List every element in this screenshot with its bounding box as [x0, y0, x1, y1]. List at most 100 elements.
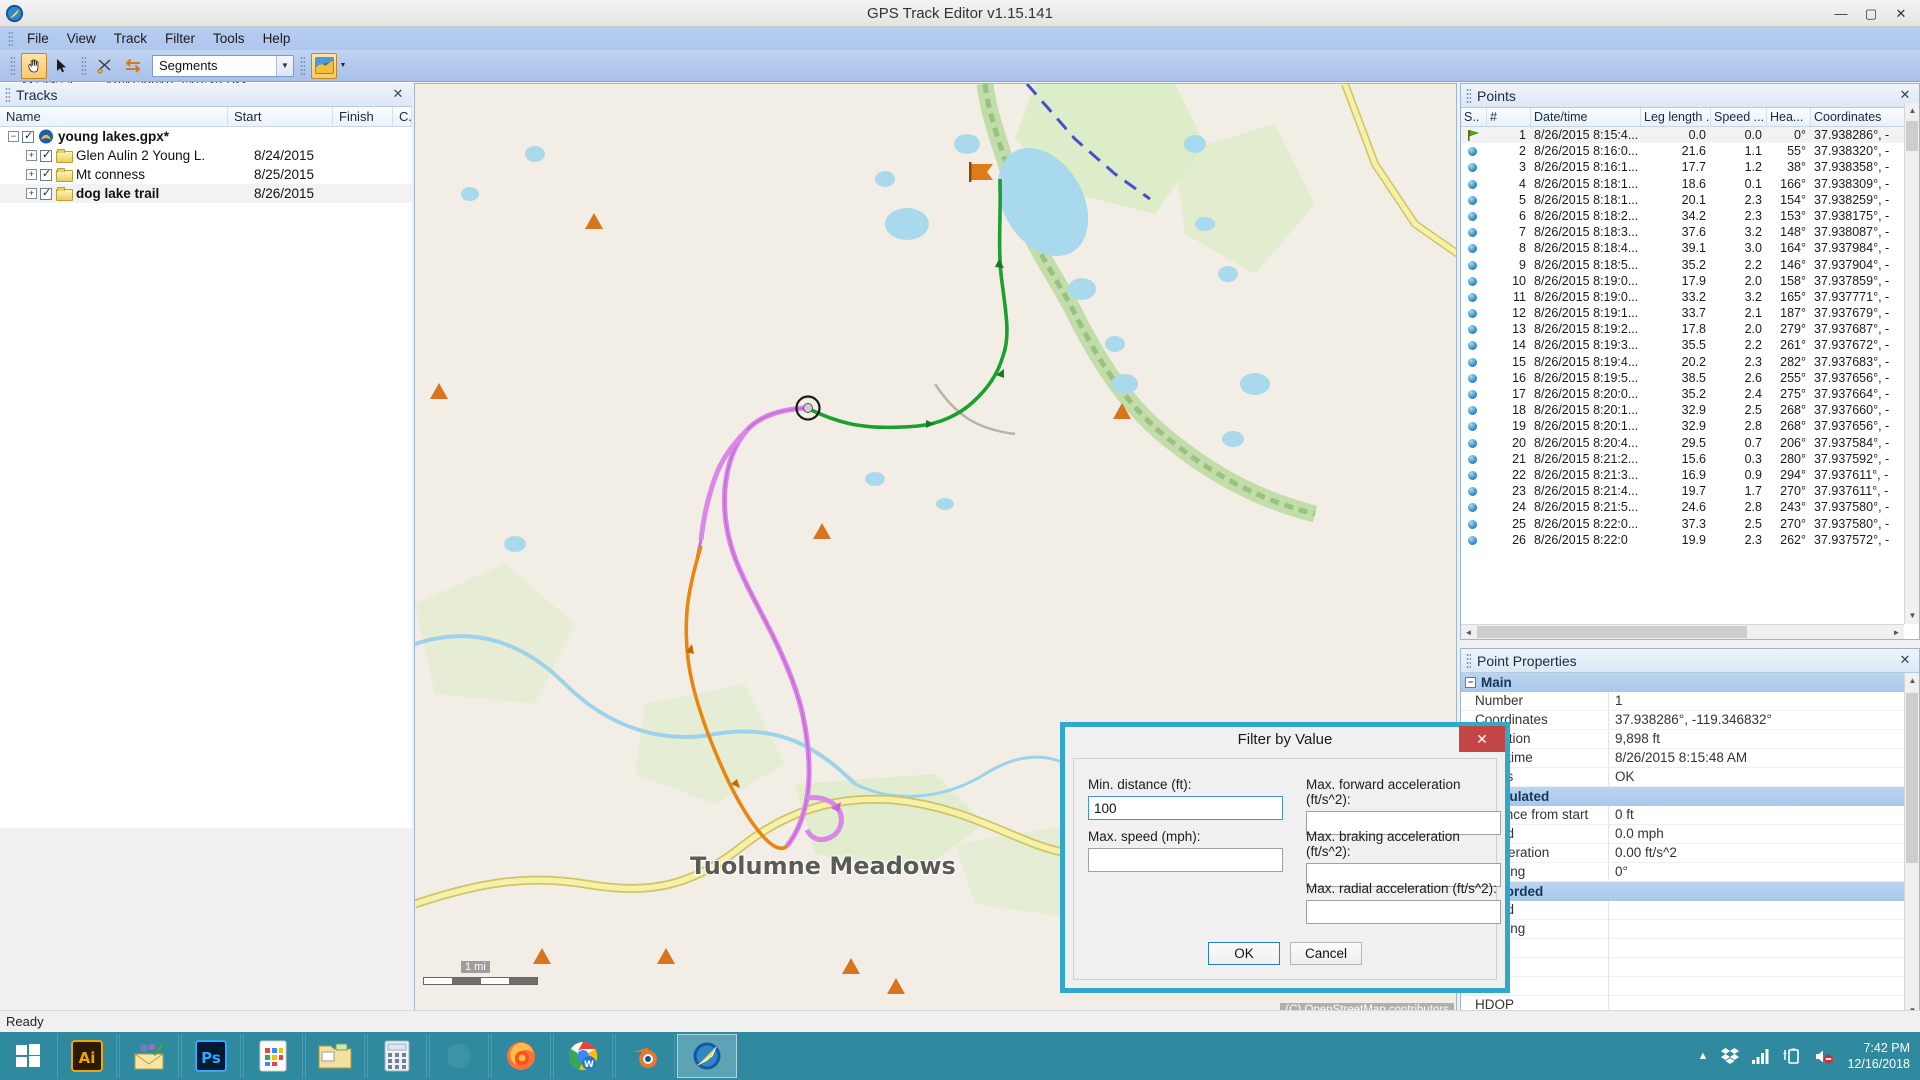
visibility-checkbox[interactable] — [40, 186, 52, 200]
column-header-leg-length[interactable]: Leg length ... — [1641, 108, 1711, 126]
points-table-row[interactable]: 18 8/26/2015 8:20:1... 32.9 2.5 268° 37.93766… — [1461, 402, 1919, 418]
points-table-row[interactable]: 10 8/26/2015 8:19:0... 17.9 2.0 158° 37.93785… — [1461, 273, 1919, 289]
show-hidden-icons-button[interactable]: ▲ — [1698, 1050, 1709, 1062]
track-tree-row-dog-lake-trail[interactable]: + dog lake trail 8/26/2015 — [0, 184, 412, 203]
map-layer-button[interactable] — [311, 52, 337, 79]
points-table-row[interactable]: 13 8/26/2015 8:19:2... 17.8 2.0 279° 37.93768… — [1461, 321, 1919, 337]
taskbar-app-mail[interactable] — [119, 1034, 179, 1078]
point-properties-scrollbar[interactable]: ▲ ▼ — [1904, 673, 1919, 1019]
delete-segment-button[interactable] — [92, 53, 118, 79]
points-table-row[interactable]: 4 8/26/2015 8:18:1... 18.6 0.1 166° 37.938309… — [1461, 176, 1919, 192]
point-property-row[interactable] — [1461, 939, 1919, 958]
start-button[interactable] — [0, 1032, 56, 1080]
point-property-row[interactable]: Number 1 — [1461, 692, 1919, 711]
point-property-row[interactable]: Heading — [1461, 920, 1919, 939]
taskbar-app-file-explorer[interactable] — [305, 1034, 365, 1078]
point-properties-grid[interactable]: − Main Number 1 Coordinates 37.938286°, -119.… — [1461, 673, 1919, 1034]
taskbar-app-firefox[interactable] — [491, 1034, 551, 1078]
panel-drag-grip[interactable] — [1466, 88, 1471, 103]
point-properties-group-calculated[interactable]: −Calculated — [1461, 787, 1919, 806]
points-table-body[interactable]: 1 8/26/2015 8:15:4... 0.0 0.0 0° 37.938286°, … — [1461, 127, 1919, 548]
taskbar-app-ghosted[interactable] — [429, 1034, 489, 1078]
taskbar-app-chrome[interactable]: W — [553, 1034, 613, 1078]
taskbar-app-illustrator[interactable]: Ai — [57, 1034, 117, 1078]
point-property-row[interactable]: Distance from start 0 ft — [1461, 806, 1919, 825]
points-table-row[interactable]: 25 8/26/2015 8:22:0... 37.3 2.5 270° 37.93758… — [1461, 516, 1919, 532]
visibility-checkbox[interactable] — [22, 129, 34, 143]
points-table-row[interactable]: 11 8/26/2015 8:19:0... 33.2 3.2 165° 37.93777… — [1461, 289, 1919, 305]
points-table-row[interactable]: 15 8/26/2015 8:19:4... 20.2 2.3 282° 37.93768… — [1461, 354, 1919, 370]
points-table-row[interactable]: 2 8/26/2015 8:16:0... 21.6 1.1 55° 37.938320°… — [1461, 143, 1919, 159]
visibility-checkbox[interactable] — [40, 167, 52, 181]
column-header-status[interactable]: S.. — [1461, 108, 1487, 126]
expander-icon[interactable]: + — [26, 169, 37, 180]
points-table-row[interactable]: 22 8/26/2015 8:21:3... 16.9 0.9 294° 37.93761… — [1461, 467, 1919, 483]
taskbar-app-calculator[interactable] — [367, 1034, 427, 1078]
points-table-row[interactable]: 12 8/26/2015 8:19:1... 33.7 2.1 187° 37.93767… — [1461, 305, 1919, 321]
track-tree-row-mt-conness[interactable]: + Mt conness 8/25/2015 — [0, 165, 412, 184]
column-header-speed[interactable]: Speed ... — [1711, 108, 1767, 126]
minimize-button[interactable]: — — [1826, 3, 1856, 25]
point-property-row[interactable] — [1461, 958, 1919, 977]
column-header-datetime[interactable]: Date/time — [1531, 108, 1641, 126]
points-table-row[interactable]: 17 8/26/2015 8:20:0... 35.2 2.4 275° 37.93766… — [1461, 386, 1919, 402]
point-property-row[interactable]: Coordinates 37.938286°, -119.346832° — [1461, 711, 1919, 730]
point-property-row[interactable]: Heading0° — [1461, 863, 1919, 882]
column-header-heading[interactable]: Hea... — [1767, 108, 1811, 126]
point-property-row[interactable]: Speed — [1461, 901, 1919, 920]
expander-icon[interactable]: + — [26, 188, 37, 199]
mode-select-combo[interactable]: Segments ▼ — [152, 54, 294, 77]
map-layer-chevron-icon[interactable]: ▼ — [337, 53, 349, 79]
tracks-panel-close-icon[interactable]: ✕ — [390, 86, 406, 102]
max-radial-acceleration-input[interactable] — [1306, 900, 1501, 924]
taskbar-app-photoshop[interactable]: Ps — [181, 1034, 241, 1078]
points-table-row[interactable]: 5 8/26/2015 8:18:1... 20.1 2.3 154° 37.938259… — [1461, 192, 1919, 208]
menu-item-tools[interactable]: Tools — [204, 29, 254, 48]
column-header-c[interactable]: C... — [393, 107, 412, 126]
menu-item-view[interactable]: View — [58, 29, 105, 48]
dialog-close-button[interactable]: ✕ — [1459, 726, 1505, 752]
pan-hand-tool-button[interactable] — [21, 52, 47, 79]
point-properties-group-recorded[interactable]: −Recorded — [1461, 882, 1919, 901]
column-header-finish[interactable]: Finish — [333, 107, 393, 126]
point-property-row[interactable] — [1461, 977, 1919, 996]
maximize-button[interactable]: ▢ — [1856, 3, 1886, 25]
collapse-icon[interactable]: − — [1465, 677, 1476, 688]
cancel-button[interactable]: Cancel — [1290, 942, 1362, 965]
column-header-name[interactable]: Name — [0, 107, 228, 126]
point-property-row[interactable]: Elevation9,898 ft — [1461, 730, 1919, 749]
close-button[interactable]: ✕ — [1886, 3, 1916, 25]
point-property-row[interactable]: Speed0.0 mph — [1461, 825, 1919, 844]
menu-item-help[interactable]: Help — [254, 29, 300, 48]
points-table-row[interactable]: 1 8/26/2015 8:15:4... 0.0 0.0 0° 37.938286°, … — [1461, 127, 1919, 144]
battery-icon[interactable] — [1783, 1048, 1801, 1064]
toolbar-drag-grip-3[interactable] — [300, 55, 305, 76]
taskbar-app-gps-track-editor[interactable] — [677, 1034, 737, 1078]
toolbar-drag-grip-2[interactable] — [81, 55, 86, 76]
scroll-up-arrow-icon[interactable]: ▲ — [1905, 103, 1920, 119]
expander-icon[interactable]: − — [8, 131, 19, 142]
points-table-row[interactable]: 16 8/26/2015 8:19:5... 38.5 2.6 255° 37.93765… — [1461, 370, 1919, 386]
menu-item-track[interactable]: Track — [105, 29, 156, 48]
taskbar-clock[interactable]: 7:42 PM 12/16/2018 — [1847, 1040, 1910, 1072]
scroll-down-arrow-icon[interactable]: ▼ — [1905, 608, 1920, 624]
point-property-row[interactable]: Date/time8/26/2015 8:15:48 AM — [1461, 749, 1919, 768]
scrollbar-thumb[interactable] — [1906, 121, 1918, 151]
points-horizontal-scrollbar[interactable]: ◄ ► — [1461, 624, 1904, 639]
column-header-number[interactable]: # — [1487, 108, 1531, 126]
panel-drag-grip[interactable] — [1466, 653, 1471, 668]
menu-item-file[interactable]: File — [18, 29, 58, 48]
points-vertical-scrollbar[interactable]: ▲ ▼ — [1904, 103, 1919, 624]
scroll-left-arrow-icon[interactable]: ◄ — [1461, 625, 1476, 640]
chevron-down-icon[interactable]: ▼ — [276, 55, 293, 76]
point-properties-group-main[interactable]: − Main — [1461, 673, 1919, 692]
menu-drag-grip[interactable] — [8, 30, 13, 47]
min-distance-input[interactable] — [1088, 796, 1283, 820]
points-table-row[interactable]: 20 8/26/2015 8:20:4... 29.5 0.7 206° 37.93758… — [1461, 435, 1919, 451]
expander-icon[interactable]: + — [26, 150, 37, 161]
ok-button[interactable]: OK — [1208, 942, 1280, 965]
scrollbar-thumb[interactable] — [1906, 693, 1918, 863]
points-table-row[interactable]: 7 8/26/2015 8:18:3... 37.6 3.2 148° 37.938087… — [1461, 224, 1919, 240]
points-table-row[interactable]: 6 8/26/2015 8:18:2... 34.2 2.3 153° 37.938175… — [1461, 208, 1919, 224]
point-properties-close-icon[interactable]: ✕ — [1897, 652, 1913, 668]
